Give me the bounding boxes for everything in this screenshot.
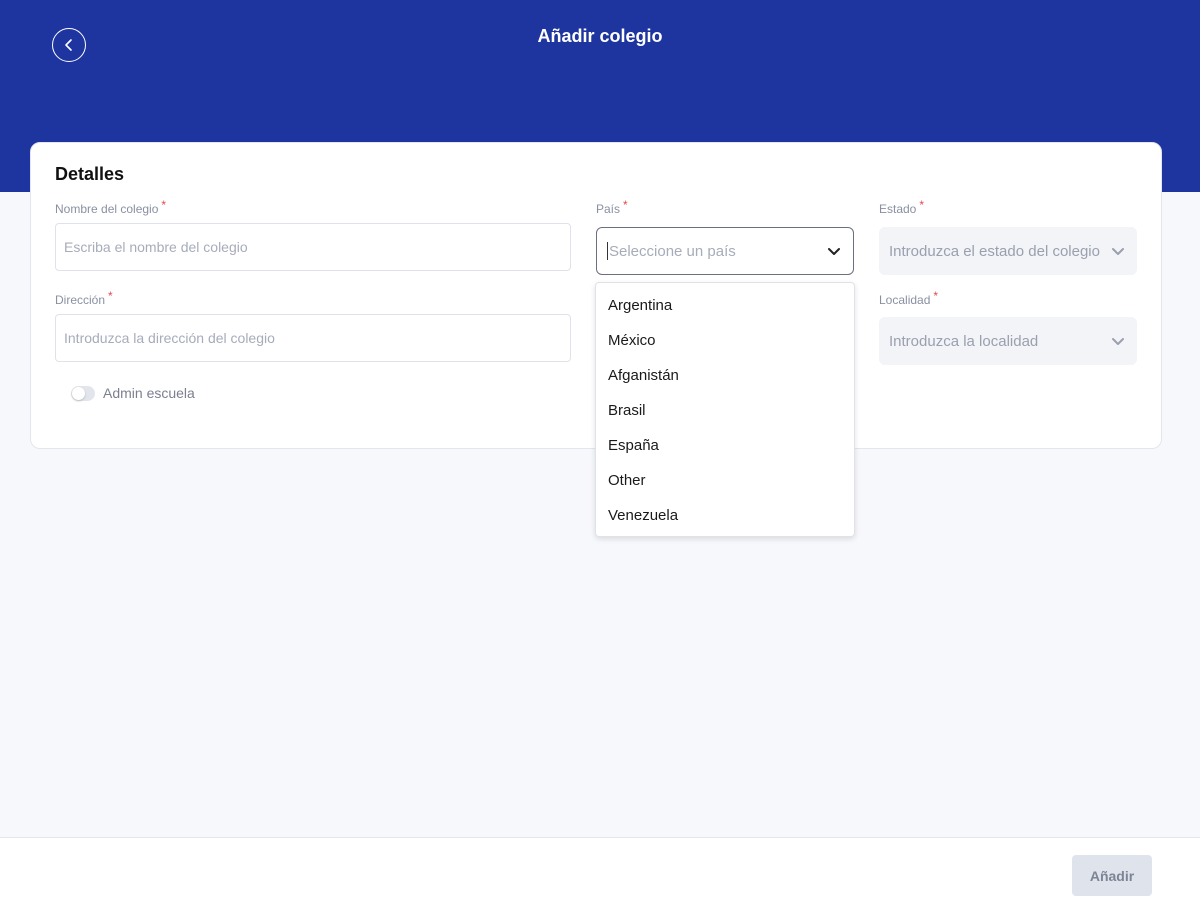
page-title: Añadir colegio	[537, 26, 663, 46]
required-mark: *	[108, 289, 113, 303]
required-mark: *	[161, 198, 167, 212]
chevron-down-icon[interactable]	[1109, 242, 1127, 260]
school-name-input[interactable]	[55, 223, 571, 271]
country-option[interactable]: Other	[596, 463, 854, 498]
locality-select[interactable]: Introduzca la localidad	[879, 317, 1137, 365]
state-select[interactable]: Introduzca el estado del colegio	[879, 227, 1137, 275]
footer-bar: Añadir	[0, 837, 1200, 910]
country-option[interactable]: Venezuela	[596, 498, 854, 533]
toggle-knob	[72, 387, 85, 400]
country-select[interactable]: Seleccione un país	[596, 227, 854, 275]
admin-school-toggle[interactable]	[71, 386, 95, 401]
school-name-label-text: Nombre del colegio	[55, 202, 159, 216]
address-label: Dirección *	[55, 289, 113, 307]
school-name-label: Nombre del colegio *	[55, 198, 166, 216]
state-label-text: Estado	[879, 202, 917, 216]
required-mark: *	[933, 289, 939, 303]
country-label: País *	[596, 198, 628, 216]
country-option[interactable]: Afganistán	[596, 358, 854, 393]
address-label-text: Dirección	[55, 293, 106, 307]
chevron-down-icon[interactable]	[1109, 332, 1127, 350]
required-mark: *	[919, 198, 925, 212]
section-title: Detalles	[55, 164, 125, 184]
chevron-down-icon[interactable]	[825, 242, 843, 260]
state-select-placeholder: Introduzca el estado del colegio	[889, 242, 1100, 260]
country-label-text: País	[596, 202, 621, 216]
address-input[interactable]	[55, 314, 571, 362]
country-option[interactable]: Argentina	[596, 288, 854, 323]
admin-school-label: Admin escuela	[103, 385, 195, 401]
country-select-placeholder: Seleccione un país	[609, 242, 736, 260]
state-label: Estado *	[879, 198, 924, 216]
country-dropdown-menu: Argentina México Afganistán Brasil Españ…	[595, 282, 855, 537]
country-option[interactable]: Brasil	[596, 393, 854, 428]
locality-select-placeholder: Introduzca la localidad	[889, 332, 1039, 350]
locality-label: Localidad *	[879, 289, 938, 307]
required-mark: *	[623, 198, 628, 212]
text-cursor	[607, 242, 608, 260]
country-option[interactable]: México	[596, 323, 854, 358]
locality-label-text: Localidad	[879, 293, 931, 307]
add-button[interactable]: Añadir	[1072, 855, 1152, 896]
country-option[interactable]: España	[596, 428, 854, 463]
